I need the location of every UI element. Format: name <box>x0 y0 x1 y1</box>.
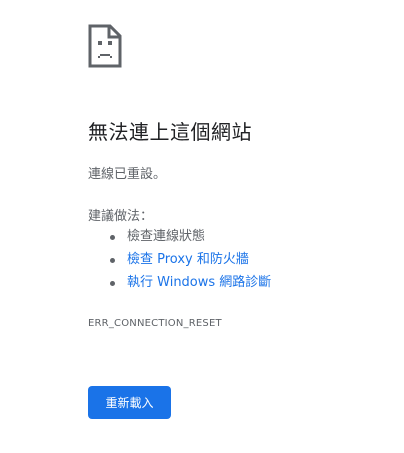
suggestion-link[interactable]: 檢查 Proxy 和防火牆 <box>127 252 249 267</box>
suggestion-check-connection: 檢查連線狀態 <box>108 228 271 251</box>
suggestions-list: 檢查連線狀態 檢查 Proxy 和防火牆 執行 Windows 網路診斷 <box>108 228 271 297</box>
suggestion-windows-network-diagnostics[interactable]: 執行 Windows 網路診斷 <box>108 274 271 297</box>
suggestion-check-proxy-firewall[interactable]: 檢查 Proxy 和防火牆 <box>108 251 271 274</box>
reload-button[interactable]: 重新載入 <box>88 386 171 419</box>
error-code: ERR_CONNECTION_RESET <box>88 318 222 329</box>
suggestions-heading: 建議做法： <box>88 209 154 224</box>
sad-document-icon <box>88 24 122 68</box>
bullet-icon <box>110 281 115 286</box>
bullet-icon <box>110 235 115 240</box>
error-message: 連線已重設。 <box>88 167 167 182</box>
bullet-icon <box>110 258 115 263</box>
page-title: 無法連上這個網站 <box>88 120 252 144</box>
suggestion-link[interactable]: 執行 Windows 網路診斷 <box>127 275 271 290</box>
suggestion-label: 檢查連線狀態 <box>127 229 206 244</box>
